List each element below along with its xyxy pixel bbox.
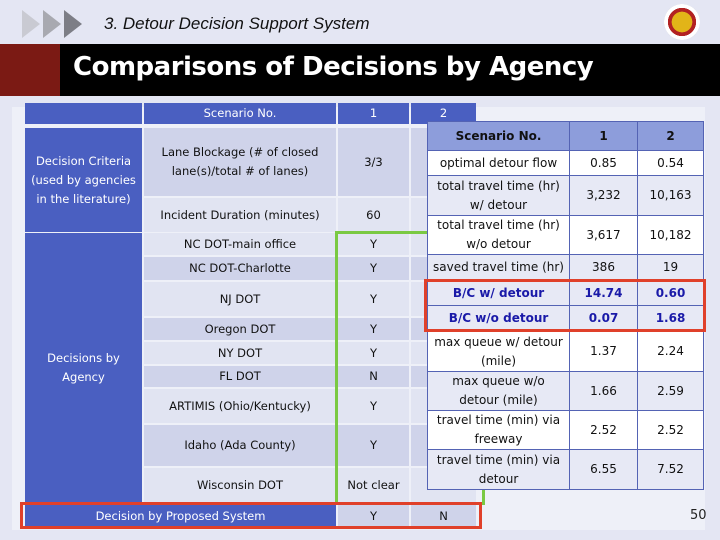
agency-label: Oregon DOT [144,318,336,340]
agency-decision: Y [338,318,409,340]
agency-label: FL DOT [144,366,336,387]
metric-label: travel time (min) via freeway [427,410,570,450]
agency-decision: Y [338,425,409,466]
agency-label: Idaho (Ada County) [144,425,336,466]
right-header-cell: Scenario No. [427,121,570,151]
arrows-icon [22,10,85,38]
agency-group-label: Decisions by Agency [25,233,142,502]
metric-label: travel time (min) via detour [427,449,570,490]
metric-value: 1.66 [569,371,638,411]
metric-value: 2.52 [637,410,704,450]
metric-value: 0.07 [569,305,638,332]
metric-value: 3,232 [569,175,638,216]
metric-value: 386 [569,254,638,280]
agency-decision: Y [338,389,409,423]
metric-value: 14.74 [569,280,638,306]
metric-label: total travel time (hr) w/o detour [427,215,570,255]
metric-label: max queue w/o detour (mile) [427,371,570,411]
agency-decision: N [338,366,409,387]
metric-label: optimal detour flow [427,150,570,176]
metric-label: saved travel time (hr) [427,254,570,280]
university-logo [664,4,700,40]
metric-value: 6.55 [569,449,638,490]
metric-value: 7.52 [637,449,704,490]
agency-label: NY DOT [144,342,336,364]
metric-label: total travel time (hr) w/ detour [427,175,570,216]
metric-value: 1.68 [637,305,704,332]
page-number: 50 [690,508,707,523]
metric-value: 0.85 [569,150,638,176]
header-cell: Scenario No. [144,103,336,124]
criteria-label: Incident Duration (minutes) [144,198,336,232]
criteria-label: Lane Blockage (# of closed lane(s)/total… [144,128,336,196]
metric-value: 10,163 [637,175,704,216]
agency-label: Wisconsin DOT [144,468,336,502]
proposed-decision: Y [338,505,409,527]
metric-value: 2.24 [637,331,704,372]
metric-value: 1.37 [569,331,638,372]
right-header-cell: 1 [569,121,638,151]
right-header-cell: 2 [637,121,704,151]
metric-value: 19 [637,254,704,280]
metric-value: 2.52 [569,410,638,450]
agency-label: NJ DOT [144,282,336,316]
agency-decision: Y [338,342,409,364]
agency-decision: Y [338,257,409,280]
metric-value: 2.59 [637,371,704,411]
agency-decision: Y [338,233,409,255]
metric-value: 10,182 [637,215,704,255]
title-accent [0,44,60,96]
metric-value: 0.54 [637,150,704,176]
metric-label: max queue w/ detour (mile) [427,331,570,372]
metric-label: B/C w/o detour [427,305,570,332]
agency-label: ARTIMIS (Ohio/Kentucky) [144,389,336,423]
proposed-decision: N [411,505,476,527]
page-title: Comparisons of Decisions by Agency [73,52,594,82]
agency-label: NC DOT-Charlotte [144,257,336,280]
metric-value: 3,617 [569,215,638,255]
criteria-value: 60 [338,198,409,232]
agency-decision: Y [338,282,409,316]
metric-label: B/C w/ detour [427,280,570,306]
section-title: 3. Detour Decision Support System [104,14,370,33]
proposed-label: Decision by Proposed System [25,505,336,527]
criteria-group-label: Decision Criteria (used by agencies in t… [25,128,142,232]
criteria-value: 3/3 [338,128,409,196]
agency-decision: Not clear [338,468,409,502]
header-cell: 1 [338,103,409,124]
agency-label: NC DOT-main office [144,233,336,255]
metric-value: 0.60 [637,280,704,306]
header-cell [25,103,142,124]
